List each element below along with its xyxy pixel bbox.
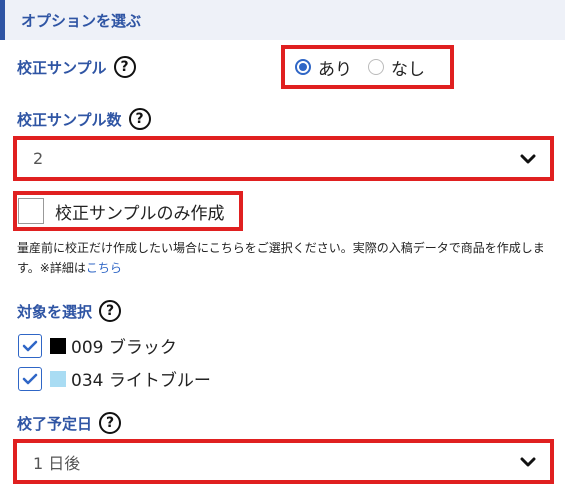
checkbox-unchecked-icon[interactable] [18,198,44,224]
section-title: オプションを選ぶ [21,11,142,30]
color-swatch [50,370,66,387]
note-text: 量産前に校正だけ作成したい場合にこちらをご選択ください。実際の入稿データで商品を… [17,238,552,278]
due-date-label: 校了予定日 ? [17,412,122,434]
proof-sample-label-text: 校正サンプル [17,58,107,77]
chevron-down-icon [520,457,536,466]
proof-sample-radio-group: あり なし [283,46,453,88]
proof-count-label: 校正サンプル数 ? [17,108,151,130]
radio-option-no[interactable]: なし [368,55,425,80]
help-icon[interactable]: ? [113,56,136,78]
color-option-light-blue[interactable]: 034 ライトブルー [18,366,211,391]
options-panel: オプションを選ぶ 校正サンプル ? あり なし 校正サンプル数 ? 2 校正サン… [0,0,565,493]
radio-option-yes[interactable]: あり [295,55,352,80]
help-icon[interactable]: ? [99,300,122,322]
select-value: 2 [33,149,44,168]
due-date-select[interactable]: 1 日後 [13,439,554,484]
help-icon[interactable]: ? [128,108,151,130]
proof-sample-label: 校正サンプル ? [17,56,136,78]
radio-option-label: あり [318,59,352,80]
chevron-down-icon [520,154,536,163]
proof-count-label-text: 校正サンプル数 [17,110,122,129]
color-option-black[interactable]: 009 ブラック [18,333,177,358]
radio-unselected-icon[interactable] [368,59,384,75]
radio-selected-icon[interactable] [295,59,311,75]
section-header: オプションを選ぶ [0,0,565,40]
help-icon[interactable]: ? [99,412,122,434]
only-sample-option[interactable]: 校正サンプルのみ作成 [13,191,243,231]
color-option-label: 009 ブラック [71,338,177,358]
proof-count-select[interactable]: 2 [13,136,554,181]
checkbox-checked-icon[interactable] [18,366,42,391]
targets-label-text: 対象を選択 [17,302,93,321]
due-date-label-text: 校了予定日 [17,414,93,433]
select-value: 1 日後 [33,453,81,473]
color-option-label: 034 ライトブルー [71,371,211,391]
only-sample-label: 校正サンプルのみ作成 [55,203,225,224]
radio-option-label: なし [391,59,425,80]
color-swatch [50,337,66,354]
details-link[interactable]: こちら [86,261,122,275]
targets-label: 対象を選択 ? [17,300,122,322]
checkbox-checked-icon[interactable] [18,333,42,358]
